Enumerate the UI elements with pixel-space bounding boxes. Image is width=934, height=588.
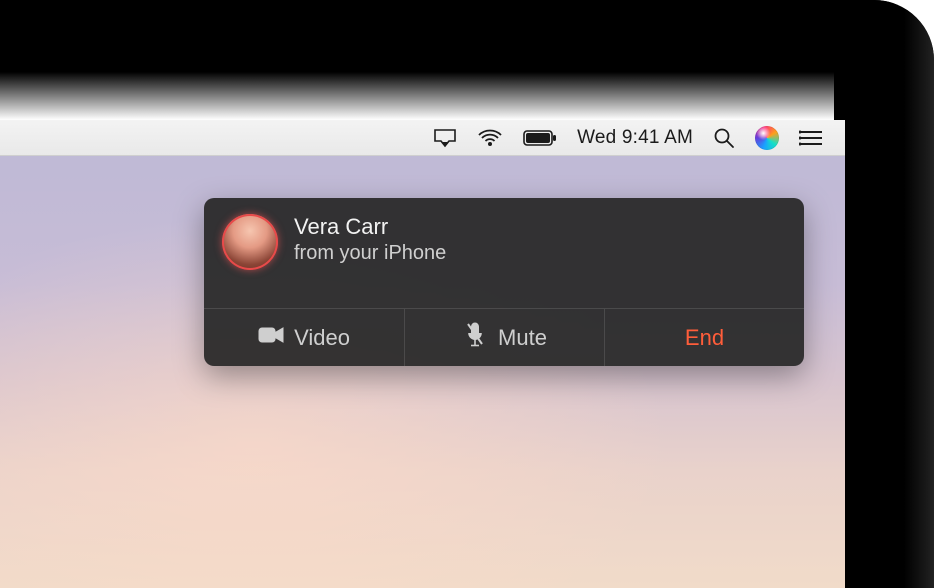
device-bezel-right bbox=[834, 0, 934, 588]
end-call-button[interactable]: End bbox=[604, 309, 804, 366]
call-source-label: from your iPhone bbox=[294, 242, 446, 265]
call-notification: Vera Carr from your iPhone Video Mute bbox=[204, 198, 804, 366]
end-call-button-label: End bbox=[685, 325, 724, 351]
call-actions: Video Mute End bbox=[204, 308, 804, 366]
siri-icon[interactable] bbox=[755, 126, 779, 150]
menubar-clock[interactable]: Wed 9:41 AM bbox=[577, 127, 693, 149]
caller-avatar bbox=[222, 214, 278, 270]
battery-icon[interactable] bbox=[523, 129, 557, 147]
notification-center-icon[interactable] bbox=[799, 129, 823, 147]
device-bezel-top bbox=[0, 0, 934, 120]
caller-name: Vera Carr bbox=[294, 214, 446, 240]
wifi-icon[interactable] bbox=[477, 128, 503, 148]
screen: Wed 9:41 AM Vera Carr from your iPhone bbox=[0, 120, 845, 588]
mute-button[interactable]: Mute bbox=[404, 309, 604, 366]
device-frame: Wed 9:41 AM Vera Carr from your iPhone bbox=[0, 0, 934, 588]
video-button[interactable]: Video bbox=[204, 309, 404, 366]
airplay-icon[interactable] bbox=[433, 128, 457, 148]
mic-off-icon bbox=[462, 322, 488, 354]
mute-button-label: Mute bbox=[498, 325, 547, 351]
menu-bar: Wed 9:41 AM bbox=[0, 120, 845, 156]
spotlight-search-icon[interactable] bbox=[713, 127, 735, 149]
video-icon bbox=[258, 322, 284, 354]
video-button-label: Video bbox=[294, 325, 350, 351]
